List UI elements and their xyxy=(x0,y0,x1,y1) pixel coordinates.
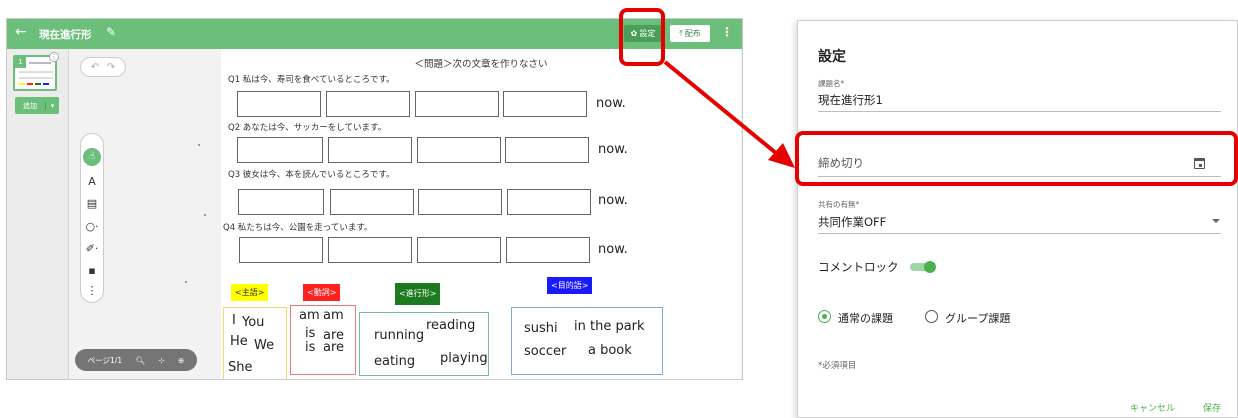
pointer-arrow xyxy=(663,60,795,168)
screenshot-root: ← 現在進行形 ✎ ✿ 設定 ⤒ 配布 ⋮ 1 ⋮ 追加 ▾ ↶ ↷ ☝ A ▤… xyxy=(0,0,1238,418)
arrow-head xyxy=(768,143,795,168)
arrow-line xyxy=(663,60,784,160)
